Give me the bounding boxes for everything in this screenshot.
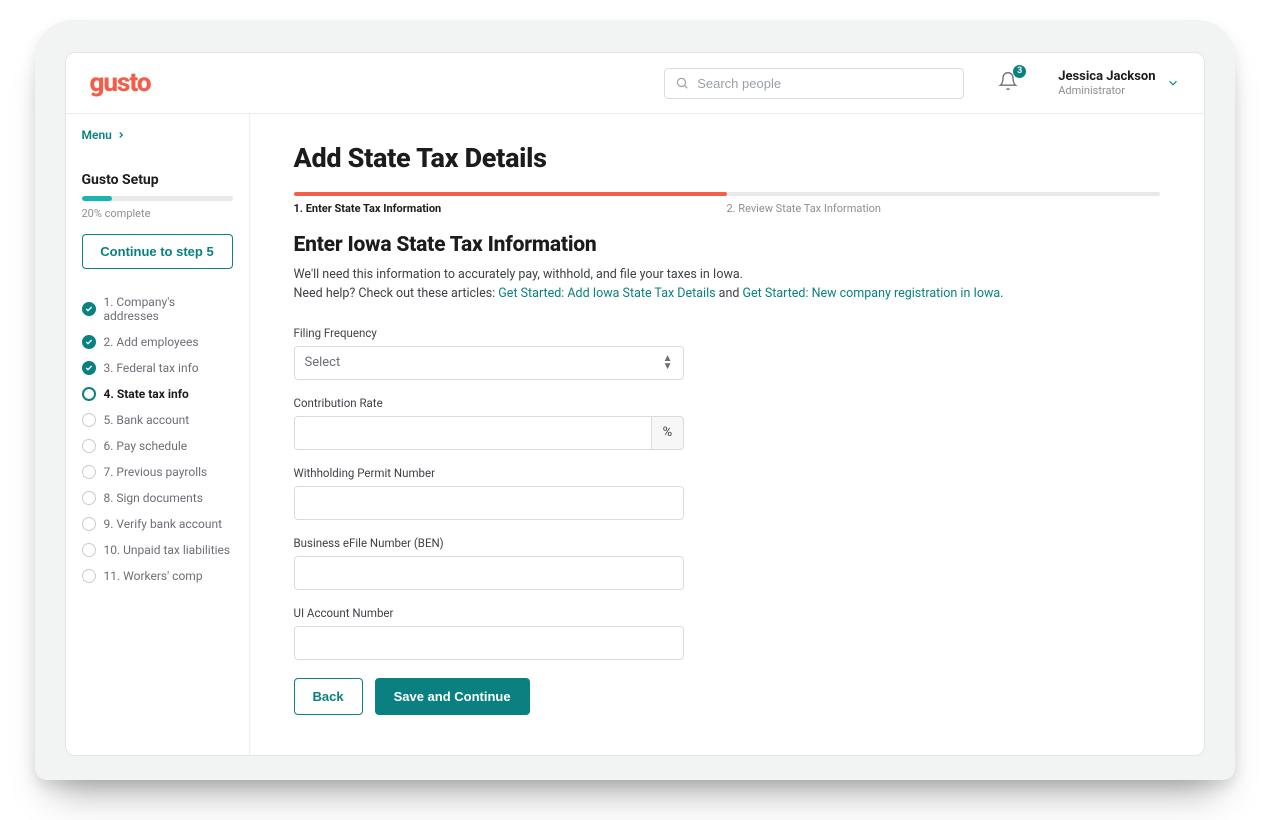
step-item-9[interactable]: 9. Verify bank account: [82, 511, 233, 537]
menu-toggle[interactable]: Menu: [82, 128, 233, 142]
notifications-button[interactable]: 3: [984, 65, 1032, 101]
percent-suffix: %: [652, 416, 683, 450]
filing-frequency-select[interactable]: Select ▲▼: [294, 346, 684, 380]
filing-frequency-value: Select: [305, 355, 341, 370]
step-dot-icon: [82, 413, 96, 427]
search-box[interactable]: [664, 68, 964, 99]
progress-bar: [82, 196, 233, 201]
save-continue-button[interactable]: Save and Continue: [375, 678, 530, 715]
user-name: Jessica Jackson: [1058, 69, 1155, 84]
step-label: 11. Workers' comp: [104, 569, 203, 583]
step-label: 10. Unpaid tax liabilities: [104, 543, 231, 557]
search-icon: [675, 76, 689, 90]
step-dot-icon: [82, 517, 96, 531]
progress-label: 20% complete: [82, 207, 233, 220]
page-title: Add State Tax Details: [294, 142, 1160, 174]
ui-account-label: UI Account Number: [294, 606, 684, 620]
intro-text: We'll need this information to accuratel…: [294, 265, 1160, 284]
step-dot-icon: [82, 569, 96, 583]
withholding-permit-label: Withholding Permit Number: [294, 466, 684, 480]
step-dot-icon: [82, 543, 96, 557]
tab-2[interactable]: 2. Review State Tax Information: [727, 192, 1160, 215]
search-input[interactable]: [697, 76, 953, 91]
step-item-8[interactable]: 8. Sign documents: [82, 485, 233, 511]
step-item-3[interactable]: 3. Federal tax info: [82, 355, 233, 381]
tab-1[interactable]: 1. Enter State Tax Information: [294, 192, 727, 215]
chevron-down-icon: [1166, 76, 1180, 90]
ui-account-input[interactable]: [294, 626, 684, 660]
app-window: gusto 3 Jessica Jackson Administrator: [65, 52, 1205, 756]
step-label: 1. Company's addresses: [104, 295, 233, 323]
step-dot-icon: [82, 491, 96, 505]
step-label: 2. Add employees: [104, 335, 199, 349]
section-title: Enter Iowa State Tax Information: [294, 233, 1160, 257]
step-label: 5. Bank account: [104, 413, 190, 427]
notification-badge: 3: [1013, 65, 1026, 78]
step-dot-icon: [82, 439, 96, 453]
sidebar: Menu Gusto Setup 20% complete Continue t…: [66, 114, 250, 755]
logo: gusto: [90, 68, 151, 98]
chevron-right-icon: [116, 130, 126, 140]
step-item-4[interactable]: 4. State tax info: [82, 381, 233, 407]
help-text: Need help? Check out these articles: Get…: [294, 284, 1160, 303]
tab-label: 1. Enter State Tax Information: [294, 202, 727, 215]
step-item-7[interactable]: 7. Previous payrolls: [82, 459, 233, 485]
state-tax-form: Filing Frequency Select ▲▼ Contribution …: [294, 326, 684, 715]
tab-label: 2. Review State Tax Information: [727, 202, 1160, 215]
step-dot-icon: [82, 465, 96, 479]
contribution-rate-input[interactable]: [294, 416, 653, 450]
step-label: 4. State tax info: [104, 387, 189, 401]
ben-input[interactable]: [294, 556, 684, 590]
contribution-rate-label: Contribution Rate: [294, 396, 684, 410]
step-item-5[interactable]: 5. Bank account: [82, 407, 233, 433]
step-item-2[interactable]: 2. Add employees: [82, 329, 233, 355]
step-item-1[interactable]: 1. Company's addresses: [82, 289, 233, 329]
step-label: 6. Pay schedule: [104, 439, 188, 453]
main-content: Add State Tax Details 1. Enter State Tax…: [250, 114, 1204, 755]
menu-label: Menu: [82, 128, 112, 142]
check-icon: [82, 361, 96, 375]
step-label: 9. Verify bank account: [104, 517, 223, 531]
device-frame: gusto 3 Jessica Jackson Administrator: [35, 20, 1235, 780]
step-item-10[interactable]: 10. Unpaid tax liabilities: [82, 537, 233, 563]
filing-frequency-label: Filing Frequency: [294, 326, 684, 340]
user-menu[interactable]: Jessica Jackson Administrator: [1052, 69, 1179, 97]
check-icon: [82, 335, 96, 349]
tabs-bar: 1. Enter State Tax Information2. Review …: [294, 192, 1160, 215]
step-label: 7. Previous payrolls: [104, 465, 208, 479]
check-icon: [82, 302, 96, 316]
step-item-11[interactable]: 11. Workers' comp: [82, 563, 233, 589]
back-button[interactable]: Back: [294, 678, 363, 715]
continue-button[interactable]: Continue to step 5: [82, 234, 233, 269]
ben-label: Business eFile Number (BEN): [294, 536, 684, 550]
help-link-2[interactable]: Get Started: New company registration in…: [743, 286, 1001, 301]
setup-title: Gusto Setup: [82, 172, 233, 188]
step-label: 8. Sign documents: [104, 491, 203, 505]
select-sort-icon: ▲▼: [663, 355, 673, 371]
step-list: 1. Company's addresses 2. Add employees 3.…: [82, 289, 233, 589]
step-dot-icon: [82, 387, 96, 401]
step-item-6[interactable]: 6. Pay schedule: [82, 433, 233, 459]
step-label: 3. Federal tax info: [104, 361, 199, 375]
app-header: gusto 3 Jessica Jackson Administrator: [66, 53, 1204, 114]
withholding-permit-input[interactable]: [294, 486, 684, 520]
help-link-1[interactable]: Get Started: Add Iowa State Tax Details: [498, 286, 715, 301]
user-role: Administrator: [1058, 84, 1155, 97]
